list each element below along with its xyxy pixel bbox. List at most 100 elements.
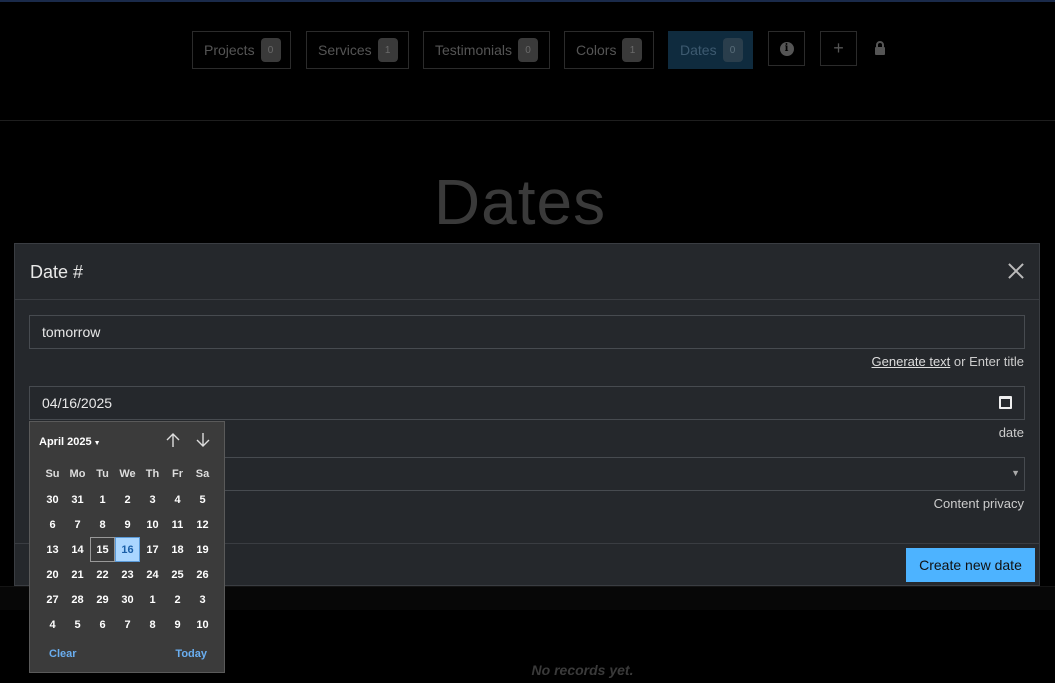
close-icon[interactable] (1003, 258, 1029, 284)
nav-dates[interactable]: Dates 0 (668, 31, 753, 69)
caret-down-icon: ▼ (93, 440, 101, 447)
count-badge: 0 (722, 38, 743, 62)
date-input[interactable]: 04/16/2025 (29, 386, 1025, 420)
count-badge: 0 (260, 38, 281, 62)
chevron-down-icon: ▼ (1011, 468, 1020, 478)
info-icon: i (779, 41, 794, 56)
page-title: Dates (433, 166, 607, 238)
nav-label: Colors (576, 42, 617, 58)
calendar-day[interactable]: 3 (190, 587, 215, 612)
datepicker-popup: April 2025 ▼ Su Mo Tu We Th Fr Sa 30 31 1 2 3 4 5 6 7 8 9… (29, 421, 225, 673)
calendar-day[interactable]: 16 (115, 537, 140, 562)
calendar-day[interactable]: 4 (40, 612, 65, 637)
nav-services[interactable]: Services 1 (306, 31, 409, 69)
calendar-day[interactable]: 7 (65, 512, 90, 537)
plus-icon: + (833, 38, 844, 58)
calendar-day[interactable]: 15 (90, 537, 115, 562)
today-button[interactable]: Today (175, 648, 207, 660)
calendar-day[interactable]: 20 (40, 562, 65, 587)
title-input[interactable]: tomorrow (29, 315, 1025, 349)
calendar-day[interactable]: 5 (190, 487, 215, 512)
calendar-day[interactable]: 28 (65, 587, 90, 612)
calendar-day[interactable]: 13 (40, 537, 65, 562)
date-input-value: 04/16/2025 (42, 395, 113, 411)
calendar-day[interactable]: 25 (165, 562, 190, 587)
calendar-day[interactable]: 29 (90, 587, 115, 612)
weekday-header: Su Mo Tu We Th Fr Sa (40, 462, 216, 487)
weekday-label: Tu (96, 468, 109, 480)
add-button[interactable]: + (820, 31, 857, 66)
calendar-day[interactable]: 4 (165, 487, 190, 512)
weekday-label: Th (145, 468, 160, 480)
calendar-day[interactable]: 23 (115, 562, 140, 587)
calendar-day[interactable]: 3 (140, 487, 165, 512)
calendar-day[interactable]: 21 (65, 562, 90, 587)
arrow-down-icon[interactable] (195, 432, 211, 453)
nav-projects[interactable]: Projects 0 (192, 31, 291, 69)
title-help-text: or Enter title (950, 354, 1024, 369)
nav-testimonials[interactable]: Testimonials 0 (423, 31, 550, 69)
calendar-day[interactable]: 1 (90, 487, 115, 512)
info-button[interactable]: i (768, 31, 805, 66)
calendar-day[interactable]: 24 (140, 562, 165, 587)
count-badge: 1 (377, 38, 398, 62)
calendar-day[interactable]: 30 (115, 587, 140, 612)
calendar-day[interactable]: 14 (65, 537, 90, 562)
calendar-day[interactable]: 10 (190, 612, 215, 637)
calendar-day[interactable]: 17 (140, 537, 165, 562)
calendar-day[interactable]: 6 (90, 612, 115, 637)
calendar-day[interactable]: 1 (140, 587, 165, 612)
calendar-day[interactable]: 2 (165, 587, 190, 612)
nav-colors[interactable]: Colors 1 (564, 31, 654, 69)
calendar-day[interactable]: 22 (90, 562, 115, 587)
title-help: Generate text or Enter title (872, 354, 1024, 369)
nav-label: Testimonials (435, 42, 513, 58)
calendar-icon[interactable] (999, 396, 1012, 409)
lock-icon[interactable] (874, 41, 886, 58)
nav-label: Services (318, 42, 372, 58)
title-input-value: tomorrow (42, 324, 101, 340)
month-selector[interactable]: April 2025 ▼ (39, 436, 101, 448)
calendar-day[interactable]: 19 (190, 537, 215, 562)
calendar-day[interactable]: 12 (190, 512, 215, 537)
create-new-date-button[interactable]: Create new date (906, 548, 1035, 582)
weekday-label: We (119, 468, 136, 480)
privacy-help: Content privacy (933, 496, 1024, 511)
calendar-day[interactable]: 7 (115, 612, 140, 637)
nav-label: Dates (680, 42, 717, 58)
modal-header: Date # (15, 244, 1039, 300)
calendar-grid: Su Mo Tu We Th Fr Sa 30 31 1 2 3 4 5 6 7 8 9 10 11 12 13 14 15… (40, 462, 216, 637)
calendar-day[interactable]: 9 (165, 612, 190, 637)
top-accent-line (0, 0, 1055, 2)
weekday-label: Fr (172, 468, 183, 480)
calendar-day[interactable]: 18 (165, 537, 190, 562)
calendar-day[interactable]: 2 (115, 487, 140, 512)
collection-nav: Projects 0 Services 1 Testimonials 0 Col… (0, 31, 1055, 69)
arrow-up-icon[interactable] (165, 432, 181, 453)
calendar-week: 13 14 15 16 17 18 19 (40, 537, 216, 562)
calendar-day[interactable]: 27 (40, 587, 65, 612)
calendar-day[interactable]: 8 (90, 512, 115, 537)
calendar-day[interactable]: 10 (140, 512, 165, 537)
calendar-day[interactable]: 9 (115, 512, 140, 537)
header-divider (0, 120, 1055, 121)
weekday-label: Mo (69, 468, 86, 480)
calendar-day[interactable]: 8 (140, 612, 165, 637)
calendar-day[interactable]: 26 (190, 562, 215, 587)
calendar-day[interactable]: 31 (65, 487, 90, 512)
calendar-day[interactable]: 6 (40, 512, 65, 537)
calendar-week: 27 28 29 30 1 2 3 (40, 587, 216, 612)
calendar-day[interactable]: 30 (40, 487, 65, 512)
count-badge: 0 (518, 38, 539, 62)
weekday-label: Sa (195, 468, 210, 480)
calendar-week: 30 31 1 2 3 4 5 (40, 487, 216, 512)
calendar-week: 6 7 8 9 10 11 12 (40, 512, 216, 537)
date-help: date (998, 425, 1024, 440)
calendar-day[interactable]: 5 (65, 612, 90, 637)
calendar-week: 4 5 6 7 8 9 10 (40, 612, 216, 637)
calendar-week: 20 21 22 23 24 25 26 (40, 562, 216, 587)
clear-button[interactable]: Clear (49, 648, 77, 660)
generate-text-link[interactable]: Generate text (872, 354, 951, 369)
modal-title: Date # (30, 262, 84, 282)
calendar-day[interactable]: 11 (165, 512, 190, 537)
